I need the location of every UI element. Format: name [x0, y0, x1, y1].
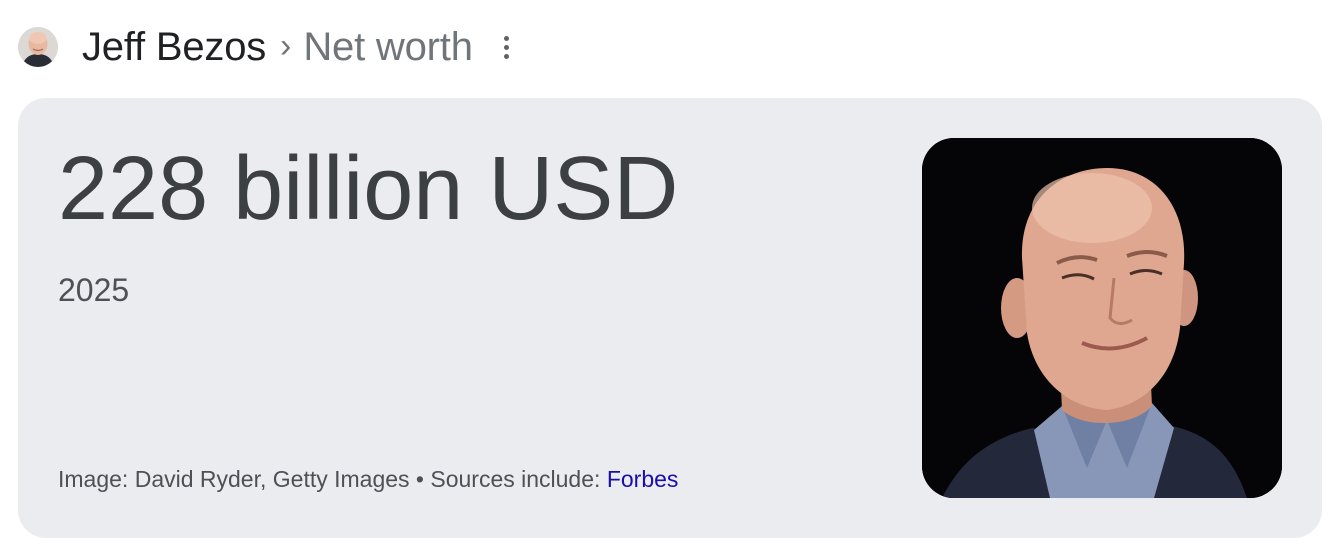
source-link-forbes[interactable]: Forbes	[607, 466, 679, 492]
more-vert-icon[interactable]	[499, 32, 515, 62]
person-photo[interactable]	[922, 138, 1282, 498]
image-credit-text: Image: David Ryder, Getty Images • Sourc…	[58, 466, 607, 492]
net-worth-year: 2025	[58, 272, 130, 308]
more-dot	[504, 35, 510, 41]
net-worth-value: 228 billion USD	[58, 139, 679, 239]
breadcrumb-chevron-icon: ›	[280, 26, 292, 65]
person-thumbnail-icon	[18, 27, 58, 67]
more-dot	[504, 44, 510, 50]
attribution-footer: Image: David Ryder, Getty Images • Sourc…	[58, 466, 678, 493]
net-worth-card: 228 billion USD 2025 Image: David Ryder,…	[18, 98, 1322, 538]
attribute-label: Net worth	[303, 24, 473, 69]
breadcrumb-header: Jeff Bezos › Net worth	[18, 22, 515, 72]
entity-link[interactable]: Jeff Bezos	[82, 25, 266, 70]
more-dot	[504, 53, 510, 59]
person-avatar[interactable]	[18, 27, 58, 67]
portrait-image	[922, 138, 1282, 498]
